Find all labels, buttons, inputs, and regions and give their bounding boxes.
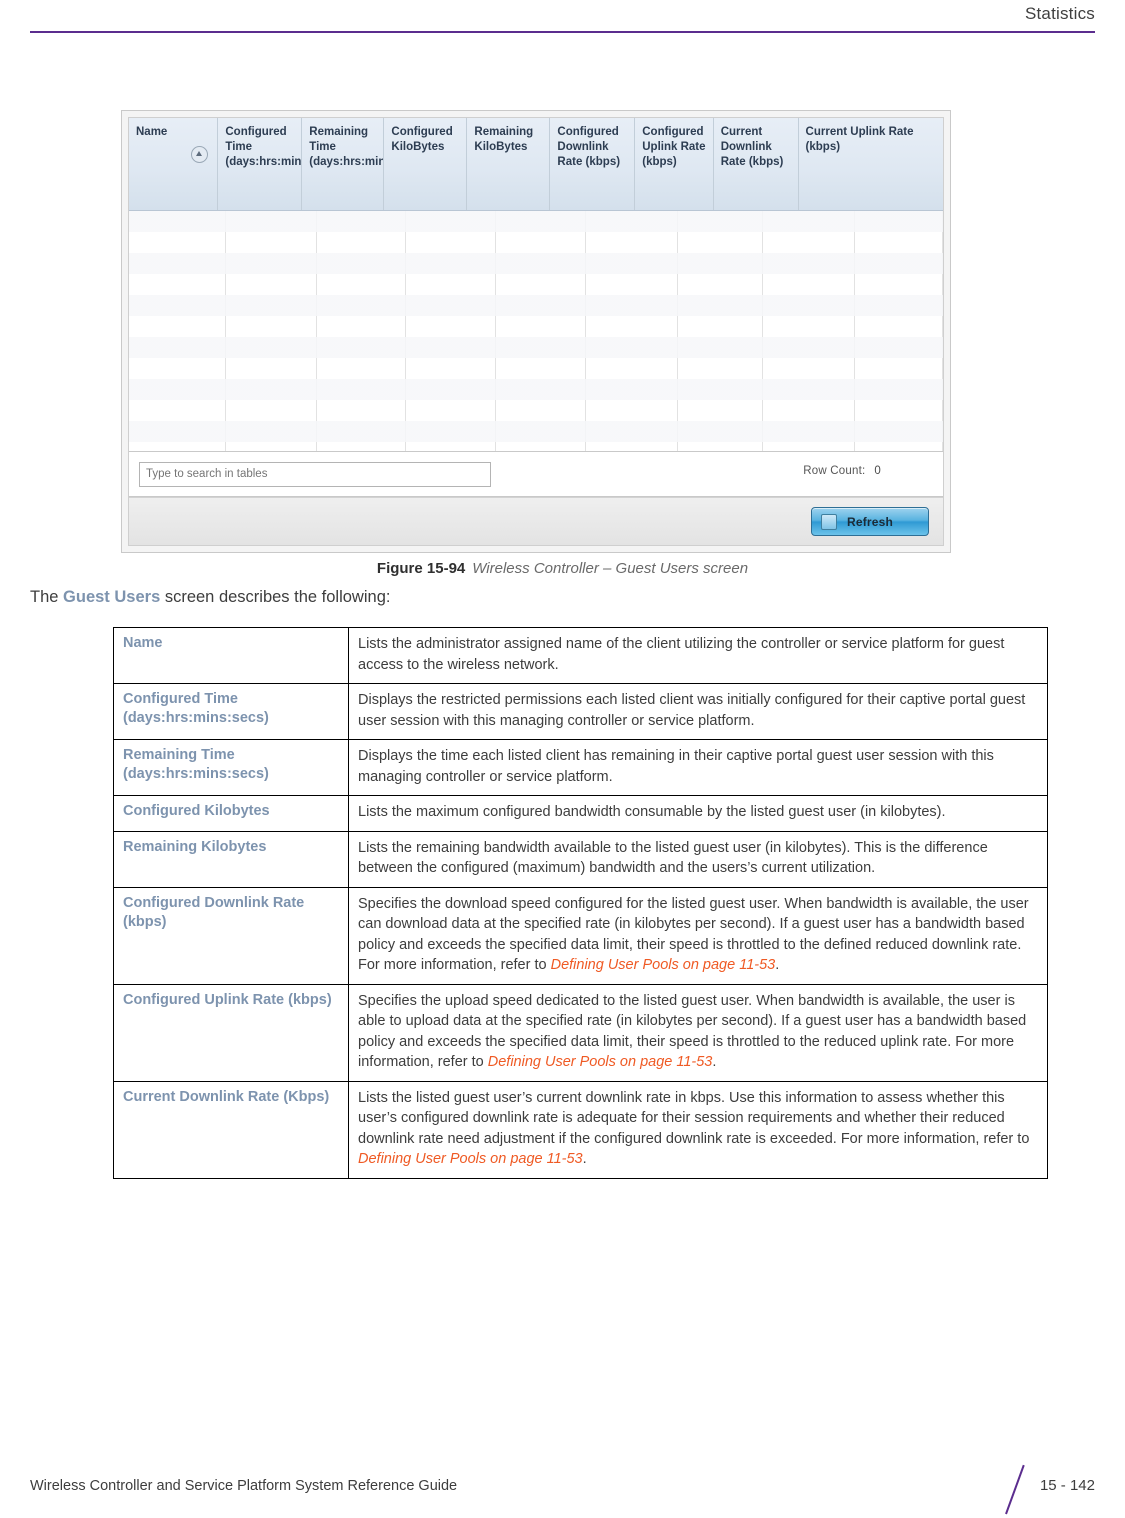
cross-reference-link[interactable]: Defining User Pools on page 11-53	[551, 957, 776, 973]
table-body-column	[129, 211, 226, 451]
table-tools-bar: Row Count: 0	[129, 452, 943, 497]
table-body-column	[406, 211, 496, 451]
footer-guide-title: Wireless Controller and Service Platform…	[30, 1478, 458, 1494]
figure-number: Figure 15-94	[376, 560, 466, 577]
footer-page-number: 15 - 142	[1039, 1477, 1095, 1494]
field-term: Current Downlink Rate (Kbps)	[113, 1080, 349, 1179]
refresh-icon	[821, 514, 837, 530]
field-description-text: Displays the time each listed client has…	[358, 748, 994, 785]
field-description-text: Lists the administrator assigned name of…	[358, 636, 1005, 673]
table-body-column	[586, 211, 678, 451]
field-description-suffix: .	[775, 957, 780, 973]
field-description-suffix: .	[582, 1151, 587, 1167]
field-description-suffix: .	[712, 1054, 717, 1070]
field-description-text: Lists the listed guest user’s current do…	[358, 1089, 1030, 1147]
field-term: Configured Kilobytes	[113, 795, 349, 832]
field-description: Displays the time each listed client has…	[348, 739, 1048, 796]
column-header-current-downlink-rate[interactable]: Current Downlink Rate (kbps)	[714, 118, 799, 210]
column-header-label: Name	[136, 126, 168, 138]
row-count-label: Row Count:	[803, 465, 866, 477]
refresh-button[interactable]: Refresh	[811, 507, 929, 536]
intro-before: The	[30, 588, 64, 606]
figure-caption: Figure 15-94 Wireless Controller – Guest …	[0, 560, 1125, 577]
table-row: Configured Time (days:hrs:mins:secs) Dis…	[113, 683, 1048, 740]
table-body-column	[317, 211, 406, 451]
refresh-button-label: Refresh	[846, 514, 894, 529]
column-header-label: Configured KiloBytes	[391, 126, 453, 153]
table-body-column	[763, 211, 855, 451]
table-row: Remaining Time (days:hrs:mins:secs) Disp…	[113, 739, 1048, 796]
table-row: Configured Downlink Rate (kbps) Specifie…	[113, 886, 1048, 985]
table-body-column	[855, 211, 943, 451]
field-description-text: Displays the restricted permissions each…	[358, 692, 1026, 729]
cross-reference-link[interactable]: Defining User Pools on page 11-53	[488, 1054, 713, 1070]
sort-ascending-icon[interactable]	[191, 146, 209, 163]
intro-sentence: The Guest Users screen describes the fol…	[30, 588, 390, 607]
page-footer: Wireless Controller and Service Platform…	[0, 1448, 1125, 1518]
column-header-remaining-time[interactable]: Remaining Time (days:hrs:mins:secs)	[302, 118, 385, 210]
column-header-configured-uplink-rate[interactable]: Configured Uplink Rate (kbps)	[635, 118, 714, 210]
column-header-remaining-kilobytes[interactable]: Remaining KiloBytes	[467, 118, 551, 210]
field-description: Specifies the download speed configured …	[348, 886, 1048, 985]
row-count-value: 0	[874, 465, 881, 477]
field-term: Remaining Kilobytes	[113, 830, 349, 888]
guest-users-panel: Name Configured Time (days:hrs:mins:secs…	[128, 117, 944, 546]
column-header-configured-downlink-rate[interactable]: Configured Downlink Rate (kbps)	[550, 118, 636, 210]
field-term: Configured Time (days:hrs:mins:secs)	[113, 683, 349, 740]
column-header-label: Configured Time (days:hrs:mins:secs)	[225, 126, 302, 168]
column-header-configured-kilobytes[interactable]: Configured KiloBytes	[384, 118, 468, 210]
column-header-label: Configured Uplink Rate (kbps)	[642, 126, 706, 168]
table-body-column	[226, 211, 317, 451]
field-description-table: Name Lists the administrator assigned na…	[113, 627, 1048, 1179]
column-header-configured-time[interactable]: Configured Time (days:hrs:mins:secs)	[218, 118, 303, 210]
field-description-text: Lists the remaining bandwidth available …	[358, 839, 988, 877]
column-header-current-uplink-rate[interactable]: Current Uplink Rate (kbps)	[799, 118, 943, 210]
search-input[interactable]	[139, 461, 491, 487]
field-term: Remaining Time (days:hrs:mins:secs)	[113, 739, 349, 796]
column-header-label: Current Uplink Rate (kbps)	[805, 126, 914, 153]
column-header-label: Remaining KiloBytes	[474, 126, 534, 153]
column-header-name[interactable]: Name	[129, 118, 219, 210]
column-header-label: Remaining Time (days:hrs:mins:secs)	[309, 126, 383, 168]
header-rule	[30, 31, 1095, 33]
intro-highlight: Guest Users	[63, 588, 161, 606]
table-header-row: Name Configured Time (days:hrs:mins:secs…	[129, 118, 943, 211]
field-description: Displays the restricted permissions each…	[348, 683, 1048, 740]
table-row: Configured Uplink Rate (kbps) Specifies …	[113, 983, 1048, 1082]
field-description: Lists the remaining bandwidth available …	[348, 830, 1048, 888]
table-body-column	[678, 211, 763, 451]
column-header-label: Current Downlink Rate (kbps)	[720, 126, 784, 168]
figure-caption-text: Wireless Controller – Guest Users screen	[472, 560, 749, 577]
field-term: Configured Uplink Rate (kbps)	[113, 983, 349, 1082]
table-row: Current Downlink Rate (Kbps) Lists the l…	[113, 1080, 1048, 1179]
intro-after: screen describes the following:	[160, 588, 391, 606]
cross-reference-link[interactable]: Defining User Pools on page 11-53	[358, 1151, 583, 1167]
table-row: Remaining Kilobytes Lists the remaining …	[113, 830, 1048, 888]
table-row: Configured Kilobytes Lists the maximum c…	[113, 795, 1048, 832]
field-description: Specifies the upload speed dedicated to …	[348, 983, 1048, 1082]
table-row: Name Lists the administrator assigned na…	[113, 627, 1048, 684]
row-count: Row Count: 0	[803, 465, 881, 477]
guest-users-screenshot: Name Configured Time (days:hrs:mins:secs…	[121, 110, 951, 553]
table-body-column	[496, 211, 586, 451]
table-body	[129, 211, 943, 452]
field-description: Lists the maximum configured bandwidth c…	[348, 795, 1048, 832]
page-header: Statistics	[0, 0, 1125, 36]
field-term: Configured Downlink Rate (kbps)	[113, 886, 349, 985]
column-header-label: Configured Downlink Rate (kbps)	[557, 126, 621, 168]
page-header-title: Statistics	[1024, 4, 1095, 23]
table-footer-bar: Refresh	[129, 497, 943, 545]
field-description: Lists the administrator assigned name of…	[348, 627, 1048, 684]
field-description: Lists the listed guest user’s current do…	[348, 1080, 1048, 1179]
field-description-text: Lists the maximum configured bandwidth c…	[358, 804, 946, 820]
footer-slash-decoration	[1005, 1464, 1025, 1515]
field-term: Name	[113, 627, 349, 684]
